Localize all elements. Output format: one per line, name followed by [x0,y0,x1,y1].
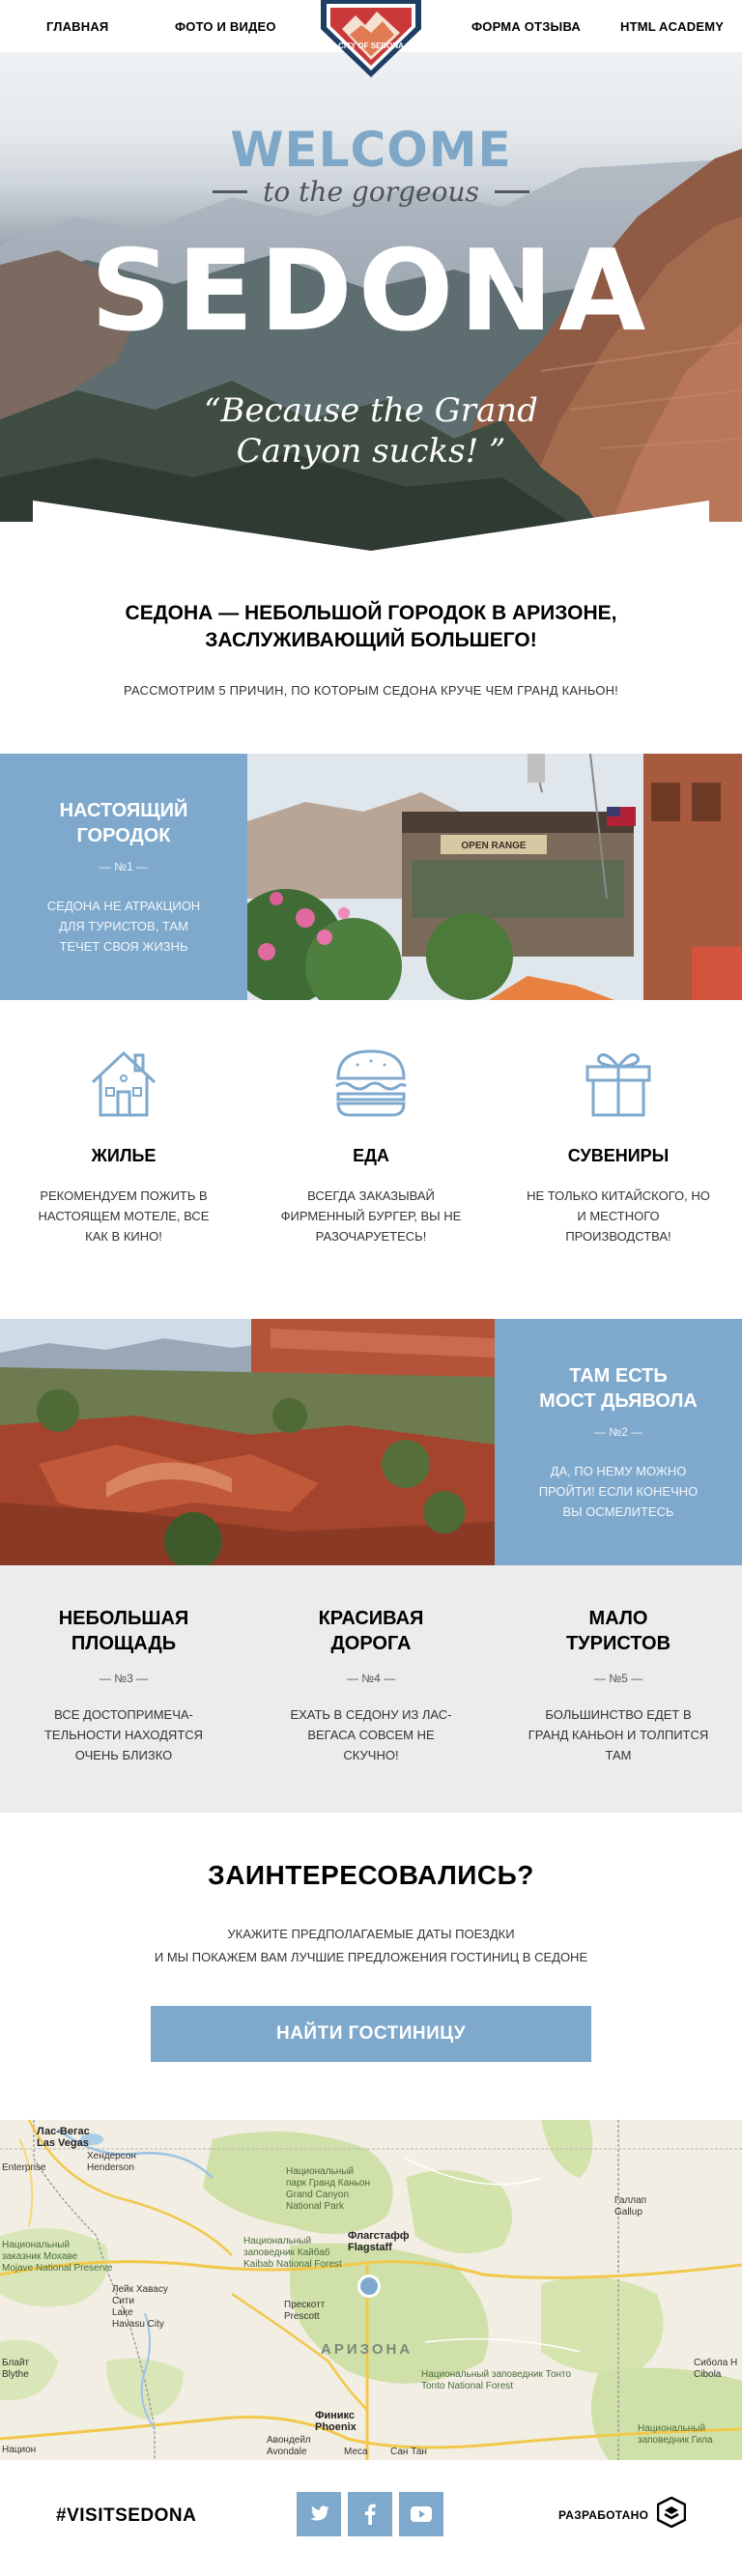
reason-5-title-line1: МАЛО [588,1608,648,1629]
feature-card-2: ТАМ ЕСТЬ МОСТ ДЬЯВОЛА — №2 — ДА, ПО НЕМУ… [495,1319,742,1565]
map-label-san-tan: Сан Тан [390,2447,427,2457]
map-label-mojave: Национальный заказник Мохаве Mojave Nation… [2,2240,113,2274]
twitter-icon [309,2505,329,2521]
facebook-icon [364,2504,376,2525]
amenity-souvenirs-title: СУВЕНИРЫ [567,1146,670,1165]
feature-1-title: НАСТОЯЩИЙ ГОРОДОК [0,798,247,848]
nav-academy-link[interactable]: HTML ACADEMY [620,19,724,34]
find-hotel-button[interactable]: НАЙТИ ГОСТИНИЦУ [151,2006,591,2062]
map-label-phoenix: Финикс Phoenix [315,2410,357,2433]
reason-3: НЕБОЛЬШАЯ ПЛОЩАДЬ — №3 — ВСЕ ДОСТОПРИМЕЧ… [0,1606,247,1765]
reason-3-text: ВСЕ ДОСТОПРИМЕЧА-ТЕЛЬНОСТИ НАХОДЯТСЯ ОЧЕ… [43,1707,204,1762]
feature-card-1: НАСТОЯЩИЙ ГОРОДОК — №1 — СЕДОНА НЕ АТРАК… [0,754,247,1000]
map-label-flagstaff: Флагстафф Flagstaff [348,2230,410,2253]
feature-2-title-line1: ТАМ ЕСТЬ [569,1365,668,1387]
reason-4-number: — №4 — [346,1672,396,1685]
map-label-kaibab: Национальный заповедник Кайбаб Kaibab Nati… [243,2236,342,2270]
feature-devils-bridge: ТАМ ЕСТЬ МОСТ ДЬЯВОЛА — №2 — ДА, ПО НЕМУ… [0,1319,742,1565]
city-logo[interactable]: CITY OF SEDONA [321,0,421,79]
reason-5: МАЛО ТУРИСТОВ — №5 — БОЛЬШИНСТВО ЕДЕТ В … [495,1606,742,1765]
twitter-button[interactable] [297,2492,341,2536]
hashtag: #VISITSEDONA [56,2505,197,2526]
amenity-food: ЕДА ВСЕГДА ЗАКАЗЫВАЙ ФИРМЕННЫЙ БУРГЕР, В… [247,1044,495,1246]
map-label-lake-havasu: Лейк Хавасу Сити Lake Havasu City [112,2284,168,2330]
map-label-enterprise: Enterprise [2,2162,46,2173]
html-academy-logo-icon[interactable] [657,2497,686,2528]
feature-1-number: — №1 — [99,860,149,873]
amenity-food-title: ЕДА [353,1146,389,1165]
logo-text: CITY OF SEDONA [338,42,404,50]
cta-text-line1: УКАЖИТЕ ПРЕДПОЛАГАЕМЫЕ ДАТЫ ПОЕЗДКИ [227,1927,515,1941]
hero-bottom-shape [0,501,742,555]
hero-section: WELCOME to the gorgeous SEDONA “Because … [0,52,742,555]
cta-title: ЗАИНТЕРЕСОВАЛИСЬ? [208,1860,534,1890]
map-label-las-vegas: Лас-Вегас Las Vegas [37,2126,90,2149]
reasons-section: НЕБОЛЬШАЯ ПЛОЩАДЬ — №3 — ВСЕ ДОСТОПРИМЕЧ… [0,1565,742,1813]
site-footer: #VISITSEDONA РАЗРАБОТАНО [0,2460,742,2576]
reason-4: КРАСИВАЯ ДОРОГА — №4 — ЕХАТЬ В СЕДОНУ ИЗ… [247,1606,495,1765]
nav-photo-video-link[interactable]: ФОТО И ВИДЕО [175,19,276,34]
intro-title: СЕДОНА — НЕБОЛЬШОЙ ГОРОДОК В АРИЗОНЕ, ЗА… [0,600,742,654]
reason-3-title-line2: ПЛОЩАДЬ [71,1633,177,1654]
nav-home-link[interactable]: ГЛАВНАЯ [46,19,108,34]
feature-2-number: — №2 — [593,1425,643,1439]
map-label-avondale: Авондейл Avondale [267,2435,311,2457]
reason-4-title: КРАСИВАЯ ДОРОГА [247,1606,495,1656]
feature-2-title-line2: МОСТ ДЬЯВОЛА [539,1390,698,1412]
map-label-blythe: Блайт Blythe [2,2358,30,2380]
reason-5-title-line2: ТУРИСТОВ [565,1633,671,1654]
reason-4-title-line2: ДОРОГА [330,1633,412,1654]
town-street-photo: OPEN RANGE [247,754,742,1000]
amenity-housing-text: РЕКОМЕНДУЕМ ПОЖИТЬ В НАСТОЯЩЕМ МОТЕЛЕ, В… [38,1188,210,1244]
burger-icon [335,1049,407,1117]
reason-3-number: — №3 — [99,1672,149,1685]
map-label-cibola: Сибола Н Cibola [694,2358,738,2380]
map-label-arizona: АРИЗОНА [321,2341,414,2358]
intro-text: РАССМОТРИМ 5 ПРИЧИН, ПО КОТОРЫМ СЕДОНА К… [124,683,618,698]
intro-title-line1: СЕДОНА — НЕБОЛЬШОЙ ГОРОДОК В АРИЗОНЕ, [125,602,617,624]
youtube-button[interactable] [399,2492,443,2536]
map-label-grand-canyon-park: Национальный парк Гранд Каньон Grand Canyo… [286,2166,371,2212]
feature-1-title-line2: ГОРОДОК [76,825,171,846]
amenity-food-text: ВСЕГДА ЗАКАЗЫВАЙ ФИРМЕННЫЙ БУРГЕР, ВЫ НЕ… [280,1188,462,1244]
cta-text: УКАЖИТЕ ПРЕДПОЛАГАЕМЫЕ ДАТЫ ПОЕЗДКИ И МЫ… [0,1923,742,1969]
map-label-mesa: Меса [344,2447,368,2457]
nav-feedback-link[interactable]: ФОРМА ОТЗЫВА [471,19,581,34]
house-icon [91,1050,157,1117]
reason-5-number: — №5 — [593,1672,643,1685]
map-label-henderson: Хендерсон Henderson [87,2151,136,2173]
youtube-icon [411,2506,432,2522]
map-label-national-left: Национ [2,2445,37,2455]
map-label-tonto: Национальный заповедник Тонто Tonto Natio… [421,2369,572,2391]
reason-5-title: МАЛО ТУРИСТОВ [495,1606,742,1656]
reason-3-title: НЕБОЛЬШАЯ ПЛОЩАДЬ [0,1606,247,1656]
map-label-gallup: Галлап Gallup [614,2195,647,2218]
map-label-prescott: Прескотт Prescott [284,2300,326,2322]
facebook-button[interactable] [348,2492,392,2536]
cta-text-line2: И МЫ ПОКАЖЕМ ВАМ ЛУЧШИЕ ПРЕДЛОЖЕНИЯ ГОСТ… [154,1950,588,1964]
feature-real-town: НАСТОЯЩИЙ ГОРОДОК — №1 — СЕДОНА НЕ АТРАК… [0,754,742,1000]
map-label-gila: Национальный заповедник Гила [638,2423,713,2446]
intro-title-line2: ЗАСЛУЖИВАЮЩИЙ БОЛЬШЕГО! [205,629,537,651]
reason-3-title-line1: НЕБОЛЬШАЯ [58,1608,189,1629]
map-view[interactable]: Лас-Вегас Las Vegas Хендерсон Henderson En… [0,2120,742,2460]
developed-by-label: РАЗРАБОТАНО [558,2508,649,2522]
reason-4-text: ЕХАТЬ В СЕДОНУ ИЗ ЛАС-ВЕГАСА СОВСЕМ НЕ С… [290,1707,452,1762]
gift-icon [585,1053,651,1117]
feature-1-text: СЕДОНА НЕ АТРАКЦИОН ДЛЯ ТУРИСТОВ, ТАМ ТЕ… [46,899,201,954]
amenity-souvenirs: СУВЕНИРЫ НЕ ТОЛЬКО КИТАЙСКОГО, НО И МЕСТ… [495,1044,742,1246]
reason-5-text: БОЛЬШИНСТВО ЕДЕТ В ГРАНД КАНЬОН И ТОЛПИТ… [528,1707,709,1762]
feature-2-title: ТАМ ЕСТЬ МОСТ ДЬЯВОЛА [495,1363,742,1414]
reason-4-title-line1: КРАСИВАЯ [318,1608,424,1629]
amenity-housing: ЖИЛЬЕ РЕКОМЕНДУЕМ ПОЖИТЬ В НАСТОЯЩЕМ МОТ… [0,1044,247,1246]
amenity-housing-title: ЖИЛЬЕ [91,1146,157,1165]
devils-bridge-photo [0,1319,495,1565]
feature-2-text: ДА, ПО НЕМУ МОЖНО ПРОЙТИ! ЕСЛИ КОНЕЧНО В… [538,1464,699,1519]
amenity-souvenirs-text: НЕ ТОЛЬКО КИТАЙСКОГО, НО И МЕСТНОГО ПРОИ… [527,1188,710,1244]
feature-1-title-line1: НАСТОЯЩИЙ [59,800,188,821]
store-sign-text: OPEN RANGE [461,841,527,851]
